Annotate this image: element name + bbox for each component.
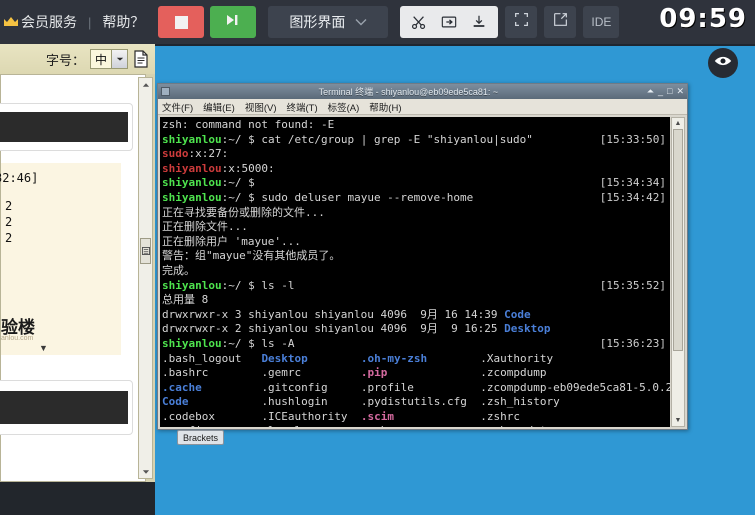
brand-url: anlou.com	[1, 335, 34, 342]
font-size-value: 中	[94, 52, 107, 67]
eye-icon	[714, 54, 732, 72]
terminal-listing-line: drwxrwxr-x 2 shiyanlou shiyanlou 4096 9月…	[162, 322, 551, 336]
terminal-prompt-line: shiyanlou:~/ $ ls -A [15:36:23]	[162, 336, 666, 350]
content-card-bottom	[0, 380, 133, 435]
environment-select-label: 图形界面	[289, 14, 346, 30]
open-external-button[interactable]	[544, 6, 577, 38]
number-1: 2	[5, 199, 13, 213]
terminal-output-line: sudo:x:27:	[162, 147, 229, 161]
shade-button[interactable]: ⏶	[647, 87, 654, 96]
clock: 09:59	[659, 4, 747, 34]
run-button[interactable]	[210, 6, 257, 38]
terminal-menubar: 文件(F) 编辑(E) 视图(V) 终端(T) 标签(A) 帮助(H)	[158, 99, 687, 115]
terminal-output-line: 正在寻找要备份或删除的文件...	[162, 205, 325, 219]
left-panel-content: 32:46] 2 2 2 验楼 anlou.com ▼	[0, 74, 146, 482]
left-panel-scrollbar[interactable]	[138, 77, 153, 479]
close-button[interactable]: ✕	[676, 87, 684, 96]
taskbar-item-label: Brackets	[183, 432, 219, 443]
terminal-listing-line: .codebox .ICEauthority .scim .zshrc	[162, 409, 520, 423]
terminal-output-line: zsh: command not found: -E	[162, 118, 335, 131]
chevron-down-icon	[111, 50, 127, 68]
terminal-prompt-line: shiyanlou:~/ $ ls -l [15:35:52]	[162, 278, 666, 292]
scissors-icon[interactable]	[404, 8, 434, 36]
output-block: 32:46] 2 2 2	[0, 163, 121, 285]
terminal-scrollbar[interactable]: ▲ ▼	[671, 117, 685, 427]
menu-tabs[interactable]: 标签(A)	[328, 100, 360, 114]
terminal-app-icon	[161, 87, 170, 96]
terminal-output-line: 警告：组"mayue"没有其他成员了。	[162, 249, 341, 263]
download-icon[interactable]	[464, 8, 494, 36]
terminal-screen[interactable]: zsh: command not found: -E shiyanlou:~/ $…	[160, 117, 670, 427]
preview-eye-button[interactable]	[708, 48, 738, 78]
member-service-link[interactable]: 会员服务	[19, 12, 79, 32]
document-icon[interactable]	[133, 50, 149, 68]
ide-label: IDE	[591, 15, 612, 29]
terminal-listing-line: .config.local.ssh.zsh-update	[162, 424, 670, 427]
toolbar-divider: |	[88, 14, 92, 30]
terminal-output-line: 正在删除文件...	[162, 220, 248, 234]
font-size-label: 字号：	[45, 52, 85, 68]
timestamp-fragment: 32:46]	[0, 171, 39, 185]
scroll-down-icon[interactable]	[139, 465, 152, 478]
terminal-output-line: 正在删除用户 'mayue'...	[162, 234, 301, 248]
terminal-listing-line: .bashrc .gemrc .pip .zcompdump	[162, 366, 547, 380]
top-toolbar: 会员服务 | 帮助？ 图形界面 IDE 09:59	[0, 0, 755, 44]
desktop-top-edge	[155, 44, 755, 46]
crown-icon	[3, 15, 19, 29]
share-screen-icon[interactable]	[434, 8, 464, 36]
chevron-down-icon	[355, 13, 367, 31]
lock-icon: ▼	[39, 343, 48, 353]
scroll-up-icon[interactable]: ▲	[672, 118, 684, 129]
stop-square-icon	[174, 15, 188, 29]
terminal-prompt-line: shiyanlou:~/ $ [15:34:34]	[162, 176, 666, 190]
code-block-top	[0, 112, 128, 142]
terminal-titlebar[interactable]: Terminal 终端 - shiyanlou@eb09ede5ca81: ~ …	[158, 84, 687, 99]
terminal-listing-line: .bash_logout Desktop .oh-my-zsh .Xauthority	[162, 351, 554, 365]
menu-view[interactable]: 视图(V)	[245, 100, 277, 114]
terminal-listing-line: .cache .gitconfig .profile .zcompdump-eb09e…	[162, 380, 670, 394]
minimize-button[interactable]: _	[658, 87, 663, 96]
terminal-title-text: Terminal 终端 - shiyanlou@eb09ede5ca81: ~	[318, 87, 499, 97]
maximize-button[interactable]: □	[667, 87, 672, 96]
terminal-prompt-line: shiyanlou:~/ $ sudo deluser mayue --remo…	[162, 190, 666, 204]
left-document-panel: 字号： 中 32:46] 2 2 2 验楼 anlou.com ▼	[0, 44, 155, 515]
terminal-output-line: 完成。	[162, 263, 195, 277]
help-link[interactable]: 帮助？	[100, 12, 146, 32]
environment-select[interactable]: 图形界面	[268, 6, 389, 38]
terminal-window: Terminal 终端 - shiyanlou@eb09ede5ca81: ~ …	[157, 83, 688, 430]
stop-button[interactable]	[158, 6, 205, 38]
terminal-listing-line: drwxrwxr-x 3 shiyanlou shiyanlou 4096 9月…	[162, 307, 531, 321]
menu-terminal[interactable]: 终端(T)	[286, 100, 317, 114]
content-card-top	[0, 103, 133, 151]
scroll-down-icon[interactable]: ▼	[672, 415, 684, 426]
tool-button-group	[400, 6, 499, 38]
terminal-prompt-line: shiyanlou:~/ $ cat /etc/group | grep -E …	[162, 132, 666, 146]
terminal-output-line: 总用量 8	[162, 293, 209, 307]
left-panel-footer	[0, 482, 155, 515]
code-block-bottom	[0, 391, 128, 424]
menu-edit[interactable]: 编辑(E)	[203, 100, 235, 114]
font-size-select[interactable]: 中	[89, 49, 128, 69]
left-panel-toolbar: 字号： 中	[0, 44, 155, 74]
scrollbar-thumb[interactable]	[673, 129, 683, 351]
window-controls: ⏶ _ □ ✕	[647, 87, 684, 96]
scroll-up-icon[interactable]	[139, 78, 152, 91]
number-3: 2	[5, 231, 13, 245]
ide-button[interactable]: IDE	[583, 6, 620, 38]
terminal-output-line: shiyanlou:x:5000:	[162, 161, 275, 175]
number-2: 2	[5, 215, 13, 229]
menu-file[interactable]: 文件(F)	[162, 100, 193, 114]
scrollbar-thumb[interactable]	[140, 238, 151, 264]
open-external-icon	[553, 12, 568, 32]
menu-help[interactable]: 帮助(H)	[369, 100, 401, 114]
fullscreen-icon	[514, 12, 529, 32]
taskbar-item-brackets[interactable]: Brackets	[177, 430, 225, 445]
terminal-listing-line: Code .hushlogin .pydistutils.cfg .zsh_histo…	[162, 395, 560, 409]
brand-block: 验楼 anlou.com ▼	[1, 285, 121, 355]
fullscreen-button[interactable]	[505, 6, 538, 38]
play-to-end-icon	[225, 13, 241, 32]
